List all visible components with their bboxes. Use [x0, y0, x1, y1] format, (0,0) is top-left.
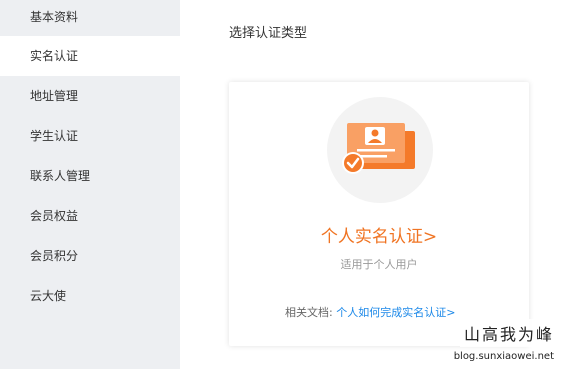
id-card-verified-icon	[342, 123, 415, 174]
sidebar-item-contacts[interactable]: 联系人管理	[0, 156, 180, 196]
sidebar-item-address-management[interactable]: 地址管理	[0, 76, 180, 116]
sidebar-item-member-points[interactable]: 会员积分	[0, 236, 180, 276]
sidebar-item-cloud-ambassador[interactable]: 云大使	[0, 276, 180, 316]
personal-verification-link[interactable]: 个人实名认证>	[229, 222, 529, 247]
watermark-url: blog.sunxiaowei.net	[451, 351, 556, 362]
sidebar-item-student-verification[interactable]: 学生认证	[0, 116, 180, 156]
related-docs-label: 相关文档:	[285, 306, 333, 319]
sidebar-item-member-benefits[interactable]: 会员权益	[0, 196, 180, 236]
related-docs: 相关文档: 个人如何完成实名认证>	[285, 304, 455, 320]
sidebar: 基本资料 实名认证 地址管理 学生认证 联系人管理 会员权益 会员积分 云大使	[0, 0, 180, 369]
sidebar-item-real-name-verification[interactable]: 实名认证	[0, 36, 180, 76]
how-to-verify-doc-link[interactable]: 个人如何完成实名认证>	[336, 306, 455, 319]
watermark-brand: 山高我为峰	[459, 319, 558, 347]
card-subtitle: 适用于个人用户	[340, 258, 418, 271]
personal-verification-card[interactable]: 个人实名认证> 适用于个人用户 相关文档: 个人如何完成实名认证>	[229, 82, 529, 346]
sidebar-item-basic-info[interactable]: 基本资料	[0, 0, 180, 37]
page-title: 选择认证类型	[229, 26, 308, 41]
icon-background	[327, 97, 433, 203]
